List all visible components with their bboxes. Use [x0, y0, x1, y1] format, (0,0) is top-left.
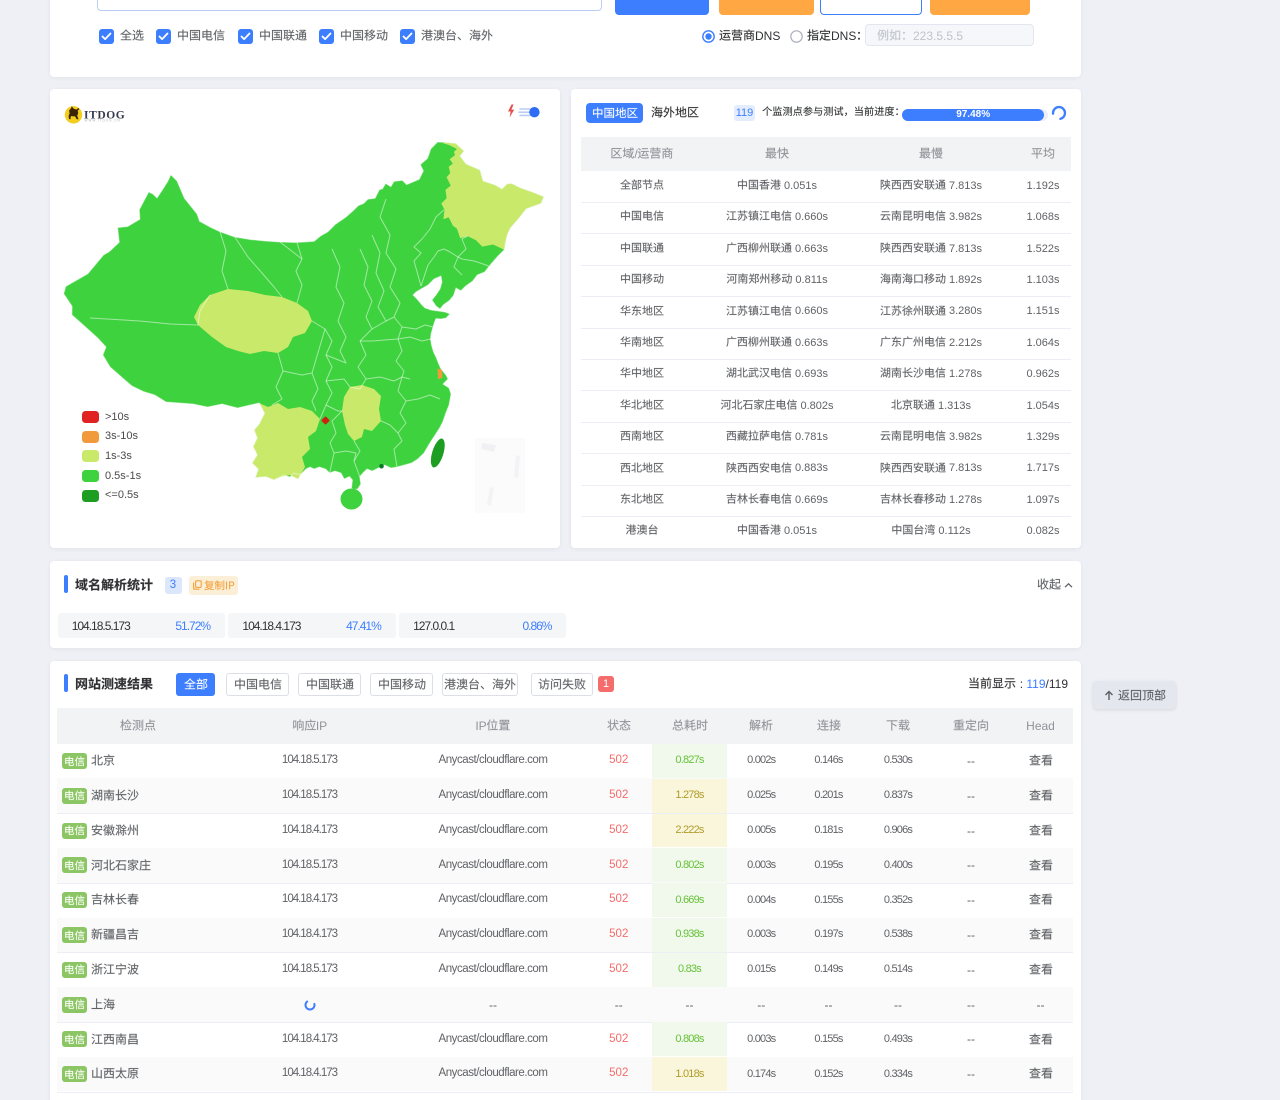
svg-text:WWW.ITDOG.CN: WWW.ITDOG.CN [85, 119, 121, 123]
